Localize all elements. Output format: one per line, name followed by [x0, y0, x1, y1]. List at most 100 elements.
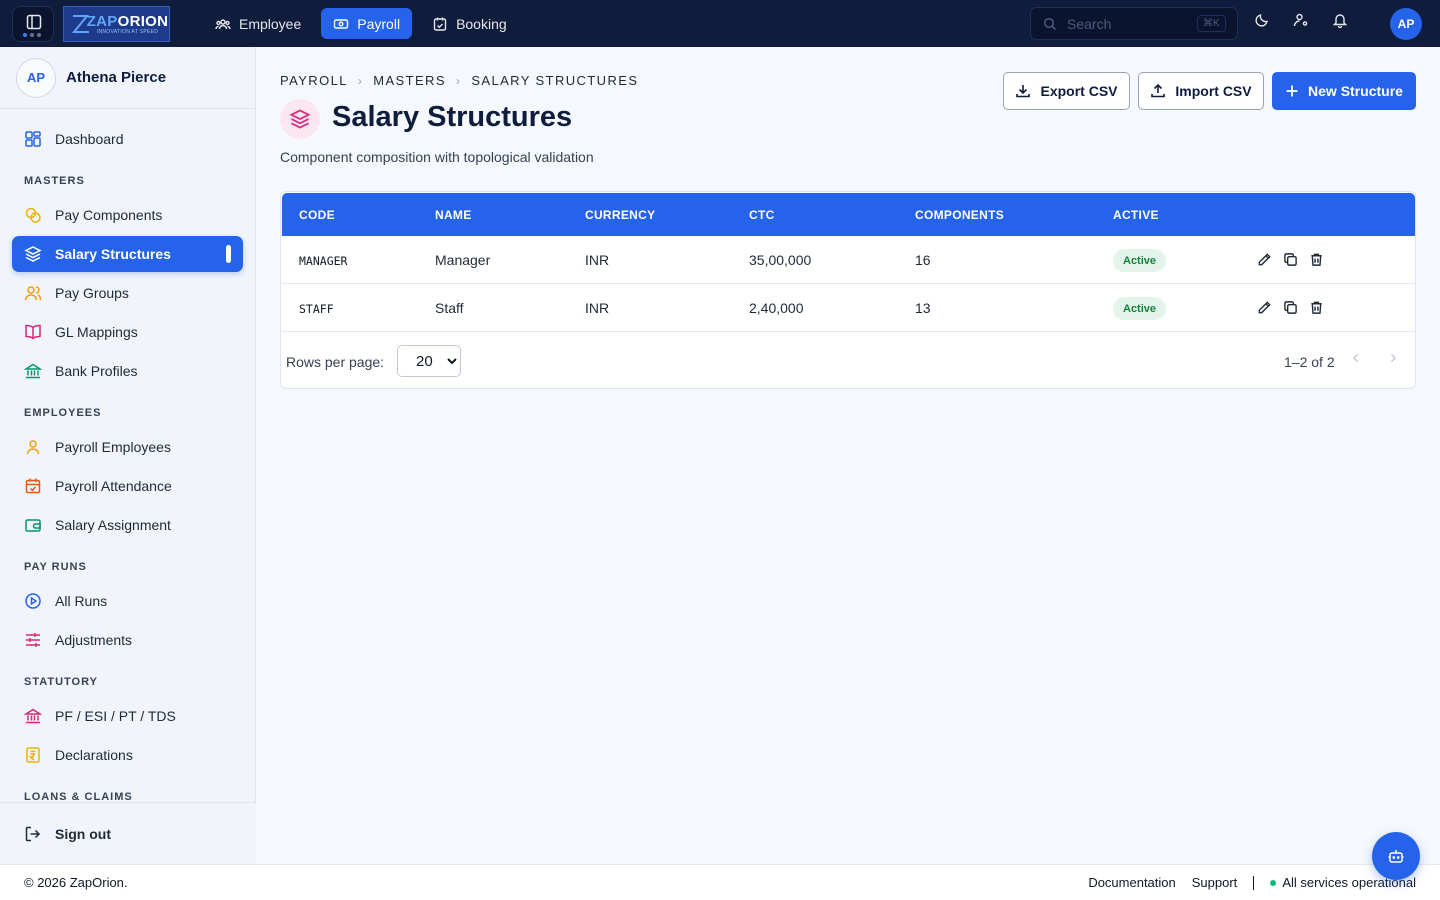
sidebar-item-label: Payroll Attendance [55, 478, 172, 494]
table-row[interactable]: MANAGER Manager INR 35,00,000 16 Active [282, 236, 1415, 284]
active-indicator [226, 245, 231, 263]
sidebar-item-label: Salary Structures [55, 246, 171, 262]
bank-icon [24, 362, 42, 380]
sidebar-item-label: All Runs [55, 593, 108, 609]
sidebar-item-label: Dashboard [55, 131, 124, 147]
edit-icon[interactable] [1257, 300, 1272, 315]
module-nav: Employee Payroll Booking [203, 8, 519, 39]
status-dot-icon [1270, 879, 1277, 886]
rows-per-page-label: Rows per page: [286, 354, 385, 370]
sidebar-item-pay-components[interactable]: Pay Components [12, 197, 243, 233]
sidebar-item-adjustments[interactable]: Adjustments [12, 622, 243, 658]
module-tab-payroll[interactable]: Payroll [321, 8, 413, 39]
sidebar-item-salary-assignment[interactable]: Salary Assignment [12, 507, 243, 543]
module-tab-label: Booking [456, 15, 507, 32]
sidebar-item-declarations[interactable]: Declarations [12, 737, 243, 773]
coins-icon [24, 206, 42, 224]
import-csv-button[interactable]: Import CSV [1138, 72, 1264, 110]
column-header-active[interactable]: ACTIVE [1113, 208, 1159, 222]
export-csv-button[interactable]: Export CSV [1003, 72, 1130, 110]
bell-icon[interactable] [1332, 12, 1348, 28]
button-label: New Structure [1308, 83, 1403, 99]
footer-links: Documentation Support All services opera… [1088, 875, 1416, 890]
search-shortcut-hint: ⌘K [1197, 15, 1226, 32]
new-structure-button[interactable]: New Structure [1272, 72, 1416, 110]
column-header-name[interactable]: NAME [435, 208, 472, 222]
cell-code: MANAGER [299, 254, 348, 268]
page-title: Salary Structures [332, 101, 573, 133]
chevron-right-icon[interactable] [1387, 352, 1399, 364]
play-circle-icon [24, 592, 42, 610]
copy-icon[interactable] [1283, 300, 1298, 315]
breadcrumb-item-salary-structures: SALARY STRUCTURES [471, 73, 639, 88]
global-search[interactable]: ⌘K [1030, 7, 1238, 40]
section-label-statutory: STATUTORY [24, 676, 98, 688]
breadcrumb-item-payroll[interactable]: PAYROLL [280, 73, 348, 88]
sidebar-item-payroll-employees[interactable]: Payroll Employees [12, 429, 243, 465]
user-settings-icon[interactable] [1293, 12, 1309, 28]
moon-icon[interactable] [1254, 12, 1270, 28]
trash-icon[interactable] [1309, 300, 1324, 315]
column-header-ctc[interactable]: CTC [749, 208, 775, 222]
sidebar-item-payroll-attendance[interactable]: Payroll Attendance [12, 468, 243, 504]
cell-currency: INR [585, 300, 610, 316]
sidebar-nav: Dashboard MASTERS Pay Components Salary … [0, 109, 256, 802]
column-header-components[interactable]: COMPONENTS [915, 208, 1004, 222]
column-header-currency[interactable]: CURRENCY [585, 208, 655, 222]
sidebar-toggle-button[interactable] [12, 6, 54, 42]
support-link[interactable]: Support [1192, 875, 1238, 890]
salary-structures-table: CODE NAME CURRENCY CTC COMPONENTS ACTIVE… [280, 191, 1416, 389]
sidebar-item-label: Adjustments [55, 632, 133, 648]
user-avatar[interactable]: AP [1390, 8, 1422, 40]
cell-currency: INR [585, 252, 610, 268]
book-open-icon [24, 323, 42, 341]
assistant-bot-button[interactable] [1372, 832, 1420, 880]
sidebar-item-pf-esi-pt-tds[interactable]: PF / ESI / PT / TDS [12, 698, 243, 734]
users-icon [24, 284, 42, 302]
cell-name: Staff [435, 300, 464, 316]
trash-icon[interactable] [1309, 252, 1324, 267]
calendar-check-icon [432, 16, 448, 32]
sidebar-item-label: Pay Components [55, 207, 163, 223]
sidebar-user[interactable]: AP Athena Pierce [0, 47, 255, 109]
page-subtitle: Component composition with topological v… [280, 149, 594, 165]
avatar: AP [16, 57, 56, 98]
sidebar-item-gl-mappings[interactable]: GL Mappings [12, 314, 243, 350]
row-actions [1257, 252, 1324, 267]
sidebar-item-salary-structures[interactable]: Salary Structures [12, 236, 243, 272]
breadcrumb-item-masters[interactable]: MASTERS [373, 73, 446, 88]
module-tab-booking[interactable]: Booking [420, 8, 519, 39]
landmark-icon [24, 707, 42, 725]
log-out-icon [24, 825, 42, 843]
chevron-right-icon: › [357, 73, 364, 88]
logo-wordmark: ZAPORION [86, 12, 169, 30]
sidebar: AP Athena Pierce Dashboard MASTERS Pay C… [0, 47, 256, 864]
top-navigation-bar: ZAPORION INNOVATION AT SPEED Employee Pa… [0, 0, 1440, 47]
cell-name: Manager [435, 252, 491, 268]
calendar-check-icon [24, 477, 42, 495]
cell-ctc: 2,40,000 [749, 300, 804, 316]
button-label: Export CSV [1040, 83, 1118, 99]
footer-divider [1253, 875, 1255, 890]
sidebar-item-pay-groups[interactable]: Pay Groups [12, 275, 243, 311]
edit-icon[interactable] [1257, 252, 1272, 267]
section-label-pay-runs: PAY RUNS [24, 561, 87, 573]
zaporion-logo[interactable]: ZAPORION INNOVATION AT SPEED [63, 6, 170, 42]
pagination-range: 1–2 of 2 [1284, 354, 1335, 370]
table-row[interactable]: STAFF Staff INR 2,40,000 13 Active [282, 284, 1415, 332]
search-input[interactable] [1067, 15, 1187, 32]
copy-icon[interactable] [1283, 252, 1298, 267]
download-icon [1015, 83, 1031, 99]
sidebar-item-bank-profiles[interactable]: Bank Profiles [12, 353, 243, 389]
sidebar-item-all-runs[interactable]: All Runs [12, 583, 243, 619]
breadcrumb: PAYROLL › MASTERS › SALARY STRUCTURES [280, 73, 638, 88]
chevron-left-icon[interactable] [1350, 352, 1362, 364]
documentation-link[interactable]: Documentation [1088, 875, 1175, 890]
sign-out-button[interactable]: Sign out [0, 802, 256, 864]
panel-left-icon [26, 14, 42, 30]
rows-per-page-select[interactable]: 20 [397, 345, 461, 377]
sidebar-item-dashboard[interactable]: Dashboard [12, 121, 243, 157]
sidebar-item-label: GL Mappings [55, 324, 138, 340]
module-tab-employee[interactable]: Employee [203, 8, 313, 39]
column-header-code[interactable]: CODE [299, 208, 335, 222]
